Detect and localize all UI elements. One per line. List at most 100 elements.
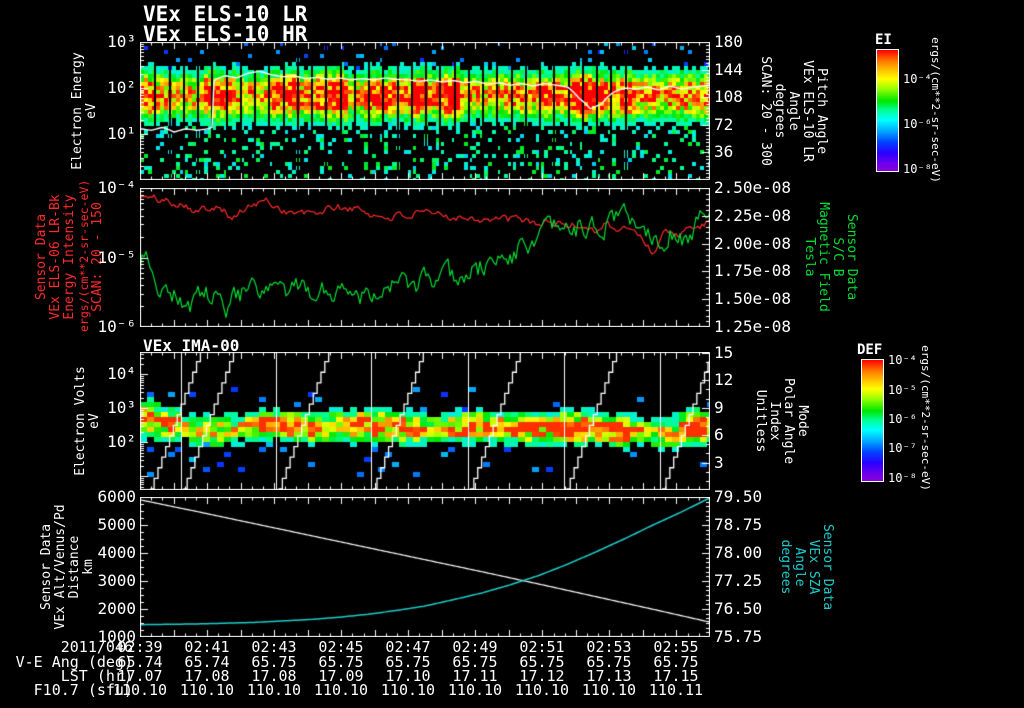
- y-tick-label: 10⁻⁶: [97, 317, 136, 336]
- traj-right-axis-label: Sensor Data VEx SZA Angle degrees: [778, 492, 835, 642]
- axis-label-line: Distance: [67, 535, 82, 599]
- els06-right-axis-label: Sensor Data S/C B Magnetic Field Tesla: [802, 182, 859, 332]
- els-right-axis-label: Pitch Angle VEx ELS-10 LR Angle degrees …: [758, 36, 829, 186]
- colorbar-ei-units: ergs/(cm**2-sr-sec-eV): [929, 37, 942, 183]
- annotation-value: 110.10: [581, 681, 637, 699]
- colorbar-ei-tick: 10⁻⁶: [903, 117, 932, 131]
- axis-label-line: Magnetic Field: [816, 202, 831, 312]
- y-tick-label: 10³: [107, 398, 136, 417]
- annotation-value: 110.10: [514, 681, 570, 699]
- axis-label-line: VEx ELS-10 LR: [800, 60, 815, 162]
- y-tick-label: 1.50e-08: [714, 289, 792, 308]
- axis-label-line: SCAN: 20 - 300: [758, 56, 773, 166]
- y-tick-label: 10⁴: [107, 364, 136, 383]
- y-tick-label: 78.00: [714, 543, 763, 562]
- y-tick-label: 72: [714, 115, 734, 134]
- axis-label-line: VEx SZA: [806, 539, 821, 595]
- annotation-value: 110.10: [246, 681, 302, 699]
- colorbar-def-tick: 10⁻⁸: [888, 471, 917, 485]
- axis-label-line: degrees: [778, 539, 793, 595]
- y-tick-label: 1.25e-08: [714, 317, 792, 336]
- annotation-value: 110.10: [179, 681, 235, 699]
- axis-label-line: VEx Alt/Venus/Pd: [53, 504, 68, 630]
- annotation-value: 110.10: [313, 681, 369, 699]
- time-tick-label: 02:49: [452, 638, 498, 656]
- time-tick-label: 02:51: [519, 638, 565, 656]
- els06-magnetics-line-canvas: [140, 188, 710, 327]
- y-tick-label: 10⁻⁴: [97, 178, 136, 197]
- y-tick-label: 10⁻⁵: [97, 248, 136, 267]
- axis-label-line: Polar Angle: [781, 377, 796, 465]
- axis-label-line: Pitch Angle: [814, 67, 829, 155]
- y-tick-label: 1000: [97, 627, 136, 646]
- axis-label-line: Mode: [795, 405, 810, 437]
- axis-label-line: degrees: [772, 83, 787, 139]
- trajectory-line-canvas: [140, 497, 710, 637]
- y-tick-label: 10²: [107, 78, 136, 97]
- axis-label-line: Sensor Data: [39, 523, 54, 611]
- time-tick-label: 02:43: [251, 638, 297, 656]
- vex-quicklook-multipanel-plot: VEx ELS-10 LR VEx ELS-10 HR VEx IMA-00 E…: [0, 0, 1024, 708]
- axis-label-line: S/C B: [830, 237, 845, 277]
- axis-label-line: Sensor Data: [820, 523, 835, 611]
- ima-spectrogram-canvas: [140, 352, 710, 490]
- time-tick-label: 02:41: [184, 638, 230, 656]
- annotation-value: 110.10: [380, 681, 436, 699]
- y-tick-label: 79.50: [714, 487, 763, 506]
- colorbar-def-units: ergs/(cm**2-sr-sec-eV): [919, 345, 932, 491]
- y-tick-label: 10³: [107, 32, 136, 51]
- y-tick-label: 6: [714, 425, 724, 444]
- y-tick-label: 180: [714, 32, 743, 51]
- annotation-value: 110.11: [648, 681, 704, 699]
- y-tick-label: 3000: [97, 571, 136, 590]
- annotation-value: 110.10: [447, 681, 503, 699]
- y-tick-label: 10¹: [107, 124, 136, 143]
- ima-right-axis-label: Mode Polar Angle Index Unitless: [753, 346, 810, 496]
- colorbar-def-tick: 10⁻⁵: [888, 383, 917, 397]
- colorbar-def-title: DEF: [857, 342, 883, 358]
- axis-label-line: Unitless: [753, 389, 768, 453]
- annotation-value: 110.10: [112, 681, 168, 699]
- colorbar-ei-tick: 10⁻⁸: [903, 162, 932, 176]
- time-tick-label: 02:55: [653, 638, 699, 656]
- y-tick-label: 75.75: [714, 627, 763, 646]
- y-tick-label: 5000: [97, 515, 136, 534]
- axis-label-line: Sensor Data: [844, 213, 859, 301]
- y-tick-label: 10²: [107, 432, 136, 451]
- axis-label-line: Electron Energy: [70, 52, 85, 170]
- colorbar-ei: [876, 49, 899, 172]
- y-tick-label: 9: [714, 398, 724, 417]
- colorbar-ei-title: EI: [875, 32, 892, 48]
- axis-label-line: Angle: [792, 547, 807, 587]
- axis-label-line: Index: [767, 401, 782, 441]
- y-tick-label: 2.00e-08: [714, 234, 792, 253]
- y-tick-label: 12: [714, 370, 734, 389]
- y-tick-label: 1.75e-08: [714, 261, 792, 280]
- y-tick-label: 6000: [97, 487, 136, 506]
- y-tick-label: 15: [714, 343, 734, 362]
- axis-label-line: Sensor Data: [34, 213, 49, 301]
- y-tick-label: 2.25e-08: [714, 206, 792, 225]
- colorbar-def-tick: 10⁻⁶: [888, 412, 917, 426]
- y-tick-label: 36: [714, 142, 734, 161]
- y-tick-label: 4000: [97, 543, 136, 562]
- colorbar-def: [861, 359, 884, 482]
- colorbar-ei-tick: 10⁻⁴: [903, 72, 932, 86]
- axis-label-line: eV: [84, 103, 99, 119]
- y-tick-label: 2.50e-08: [714, 178, 792, 197]
- y-tick-label: 3: [714, 453, 724, 472]
- colorbar-def-tick: 10⁻⁴: [888, 353, 917, 367]
- axis-label-line: Tesla: [802, 237, 817, 277]
- axis-label-line: Angle: [786, 91, 801, 131]
- axis-label-line: km: [81, 559, 96, 575]
- y-tick-label: 2000: [97, 599, 136, 618]
- colorbar-def-tick: 10⁻⁷: [888, 441, 917, 455]
- time-tick-label: 02:47: [385, 638, 431, 656]
- time-tick-label: 02:53: [586, 638, 632, 656]
- els-left-axis-label: Electron Energy eV: [70, 36, 99, 186]
- y-tick-label: 144: [714, 60, 743, 79]
- y-tick-label: 76.50: [714, 599, 763, 618]
- time-tick-label: 02:45: [318, 638, 364, 656]
- y-tick-label: 77.25: [714, 571, 763, 590]
- y-tick-label: 108: [714, 87, 743, 106]
